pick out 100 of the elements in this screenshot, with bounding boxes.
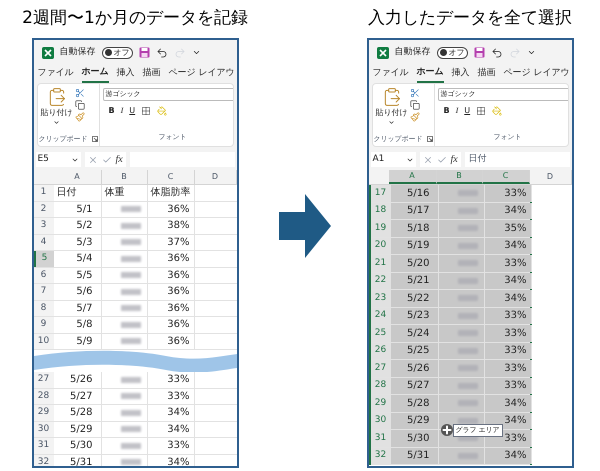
row-number[interactable]: 30 <box>370 412 390 429</box>
row-number[interactable]: 31 <box>34 438 54 454</box>
column-header[interactable]: C <box>148 170 194 184</box>
row-number[interactable]: 24 <box>370 308 390 324</box>
table-cell: 33% <box>148 372 194 388</box>
row-number[interactable]: 20 <box>370 238 390 254</box>
column-header[interactable]: D <box>530 170 572 184</box>
row-number[interactable]: 10 <box>34 334 54 349</box>
autosave-toggle[interactable]: オフ <box>436 46 468 58</box>
row-number[interactable]: 7 <box>34 284 54 300</box>
table-cell: 5/2 <box>54 218 102 234</box>
cut-icon[interactable] <box>410 88 420 98</box>
row-number[interactable]: 21 <box>370 255 390 272</box>
row-number[interactable]: 25 <box>370 325 390 342</box>
spreadsheet-app-icon <box>42 46 54 58</box>
table-cell: 5/24 <box>390 325 438 342</box>
column-header[interactable]: D <box>194 170 236 184</box>
paste-label[interactable]: 貼り付け <box>40 107 72 119</box>
table-cell: 34% <box>148 405 194 420</box>
row-number[interactable]: 29 <box>34 405 54 420</box>
table-cell: 33% <box>484 308 532 324</box>
caret-icon[interactable] <box>53 119 60 126</box>
format-button[interactable]: B <box>444 105 450 117</box>
row-number[interactable]: 28 <box>370 378 390 394</box>
format-button[interactable]: U <box>129 105 136 117</box>
ribbon-tab[interactable]: 描画 <box>142 65 160 83</box>
row-number[interactable]: 3 <box>34 218 54 234</box>
row-number[interactable]: 2 <box>34 202 54 217</box>
paste-label[interactable]: 貼り付け <box>376 107 408 119</box>
row-number[interactable]: 18 <box>370 202 390 219</box>
format-button[interactable]: B <box>108 105 115 117</box>
cancel-icon[interactable] <box>88 154 98 164</box>
row-number[interactable]: 8 <box>34 300 54 316</box>
borders-icon[interactable] <box>476 106 486 116</box>
table-cell: 5/23 <box>390 308 438 324</box>
row-number[interactable]: 32 <box>34 454 54 466</box>
name-box[interactable]: E5 <box>36 152 80 167</box>
row-number[interactable]: 6 <box>34 268 54 283</box>
caret-icon[interactable] <box>192 48 200 57</box>
row-number[interactable]: 27 <box>34 372 54 388</box>
caret-icon[interactable] <box>388 119 395 126</box>
table-cell: 34% <box>484 272 532 289</box>
column-header[interactable]: A <box>388 170 436 184</box>
row-number[interactable]: 9 <box>34 317 54 332</box>
row-number[interactable]: 22 <box>370 272 390 289</box>
formula-field[interactable]: 日付 <box>464 152 570 167</box>
copy-icon[interactable] <box>410 100 420 110</box>
row-number[interactable]: 1 <box>34 185 54 200</box>
blurred-value <box>120 206 140 212</box>
format-button[interactable]: U <box>464 105 470 117</box>
name-box[interactable]: A1 <box>370 152 416 167</box>
cut-icon[interactable] <box>74 88 84 98</box>
row-number[interactable]: 31 <box>370 430 390 446</box>
ribbon-tab[interactable]: 挿入 <box>452 65 470 83</box>
borders-icon[interactable] <box>141 106 152 116</box>
column-header[interactable]: B <box>436 170 482 184</box>
save-icon[interactable] <box>474 47 484 58</box>
table-cell: 5/30 <box>390 430 438 446</box>
row-number[interactable]: 5 <box>34 251 54 266</box>
row-number[interactable]: 19 <box>370 220 390 236</box>
enter-icon[interactable] <box>436 154 446 164</box>
table-cell: 36% <box>148 268 194 283</box>
fill-color-icon[interactable] <box>492 106 502 116</box>
ribbon-tab[interactable]: 描画 <box>478 65 496 83</box>
row-number[interactable]: 32 <box>370 448 390 464</box>
table-cell: 33% <box>484 378 532 394</box>
fill-color-icon[interactable] <box>157 106 168 116</box>
ribbon-tab[interactable]: ページ レイアウ <box>168 65 234 83</box>
cancel-icon[interactable] <box>422 154 432 164</box>
caret-icon[interactable] <box>526 48 536 57</box>
table-cell: 34% <box>484 238 532 254</box>
row-number[interactable]: 28 <box>34 388 54 404</box>
ribbon-tab[interactable]: ファイル <box>372 65 408 83</box>
save-icon[interactable] <box>138 47 150 58</box>
row-number[interactable]: 26 <box>370 342 390 359</box>
ribbon-tab[interactable]: ページ レイアウ <box>504 65 570 83</box>
row-number[interactable]: 30 <box>34 422 54 437</box>
row-number[interactable]: 4 <box>34 234 54 250</box>
table-cell: 37% <box>148 234 194 250</box>
copy-icon[interactable] <box>74 100 84 110</box>
ribbon-tab[interactable]: ファイル <box>38 65 74 83</box>
undo-icon[interactable] <box>490 46 502 58</box>
format-button[interactable]: I <box>120 105 124 117</box>
undo-icon[interactable] <box>156 46 168 58</box>
row-number[interactable]: 23 <box>370 290 390 306</box>
dialog-launcher-icon[interactable] <box>92 136 98 142</box>
column-header[interactable]: A <box>54 170 102 184</box>
table-cell: 34% <box>148 422 194 437</box>
autosave-toggle[interactable]: オフ <box>102 46 132 58</box>
row-number[interactable]: 29 <box>370 395 390 412</box>
dialog-launcher-icon[interactable] <box>426 136 432 142</box>
row-number[interactable]: 17 <box>370 185 390 202</box>
ribbon-tab[interactable]: 挿入 <box>116 65 134 83</box>
row-number[interactable]: 27 <box>370 360 390 376</box>
insert-function-button[interactable]: fx <box>450 152 458 167</box>
enter-icon[interactable] <box>102 154 112 164</box>
column-header[interactable]: C <box>482 170 530 184</box>
column-header[interactable]: B <box>102 170 148 184</box>
insert-function-button[interactable]: fx <box>116 152 123 167</box>
format-button[interactable]: I <box>456 105 458 117</box>
